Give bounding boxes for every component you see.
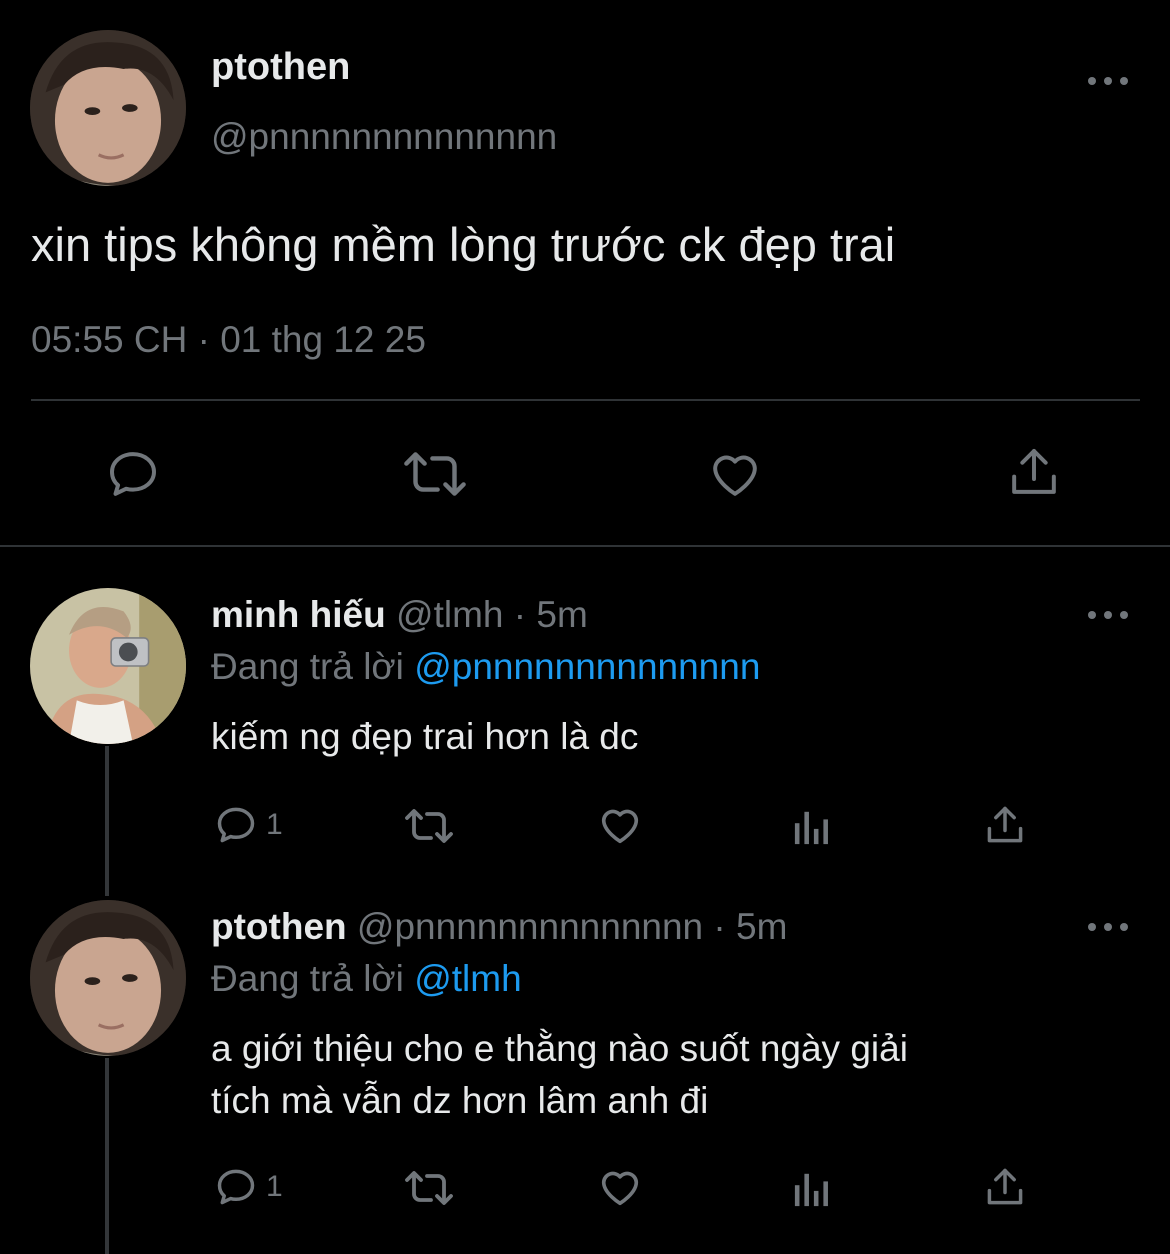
replying-to: Đang trả lời @tlmh [211, 956, 522, 1002]
reply-header: ptothen @pnnnnnnnnnnnnnn · 5m [211, 904, 787, 950]
more-options-icon[interactable] [1088, 71, 1128, 91]
share-icon[interactable] [983, 803, 1027, 847]
divider [31, 399, 1140, 401]
like-icon[interactable] [597, 1164, 643, 1210]
reply-author-name[interactable]: ptothen [211, 906, 347, 947]
replying-mention[interactable]: @pnnnnnnnnnnnnnn [414, 646, 760, 687]
retweet-icon[interactable] [402, 806, 456, 846]
replying-prefix: Đang trả lời [211, 958, 404, 999]
replying-to: Đang trả lời @pnnnnnnnnnnnnnn [211, 644, 760, 690]
reply-text: a giới thiệu cho e thằng nào suốt ngày g… [211, 1023, 1111, 1127]
reply-icon[interactable] [104, 446, 162, 502]
reply-author-handle[interactable]: @pnnnnnnnnnnnnnn [357, 906, 703, 947]
thread-line [105, 1058, 109, 1254]
avatar-photo [30, 30, 186, 186]
like-icon[interactable] [597, 802, 643, 848]
reply-text: kiếm ng đẹp trai hơn là dc [211, 716, 639, 757]
avatar-photo [30, 588, 186, 744]
tweet-text: xin tips không mềm lòng trước ck đẹp tra… [31, 218, 896, 271]
replying-mention[interactable]: @tlmh [414, 958, 521, 999]
retweet-icon[interactable] [401, 448, 469, 500]
reply-author-name[interactable]: minh hiếu [211, 594, 386, 635]
avatar-ptothen[interactable] [30, 30, 186, 186]
reply-count: 1 [266, 1170, 283, 1203]
reply-time[interactable]: 5m [736, 906, 787, 947]
avatar-ptothen[interactable] [30, 900, 186, 1056]
reply-text-line: a giới thiệu cho e thằng nào suốt ngày g… [211, 1028, 908, 1069]
reply-header: minh hiếu @tlmh · 5m [211, 592, 588, 638]
more-options-icon[interactable] [1088, 605, 1128, 625]
reply-text-line: tích mà vẫn dz hơn lâm anh đi [211, 1080, 709, 1121]
analytics-icon[interactable] [792, 1170, 832, 1208]
analytics-icon[interactable] [792, 808, 832, 846]
share-icon[interactable] [1006, 444, 1062, 500]
reply-icon [217, 1169, 255, 1205]
thread-line [105, 746, 109, 896]
separator-dot: · [513, 594, 527, 635]
reply-action[interactable]: 1 [214, 803, 283, 847]
avatar-photo [30, 900, 186, 1056]
replying-prefix: Đang trả lời [211, 646, 404, 687]
reply-time[interactable]: 5m [536, 594, 587, 635]
reply-action[interactable]: 1 [214, 1165, 283, 1209]
reply-author-handle[interactable]: @tlmh [396, 594, 503, 635]
section-divider [0, 545, 1170, 547]
reply-count: 1 [266, 808, 283, 841]
retweet-icon[interactable] [402, 1168, 456, 1208]
separator-dot: · [713, 906, 726, 947]
share-icon[interactable] [983, 1165, 1027, 1209]
tweet-timestamp[interactable]: 05:55 CH · 01 thg 12 25 [31, 316, 426, 364]
like-icon[interactable] [706, 446, 764, 502]
author-handle[interactable]: @pnnnnnnnnnnnnnn [211, 114, 557, 160]
more-options-icon[interactable] [1088, 917, 1128, 937]
reply-icon [217, 807, 255, 843]
avatar-minh-hieu[interactable] [30, 588, 186, 744]
author-name[interactable]: ptothen [211, 44, 350, 90]
